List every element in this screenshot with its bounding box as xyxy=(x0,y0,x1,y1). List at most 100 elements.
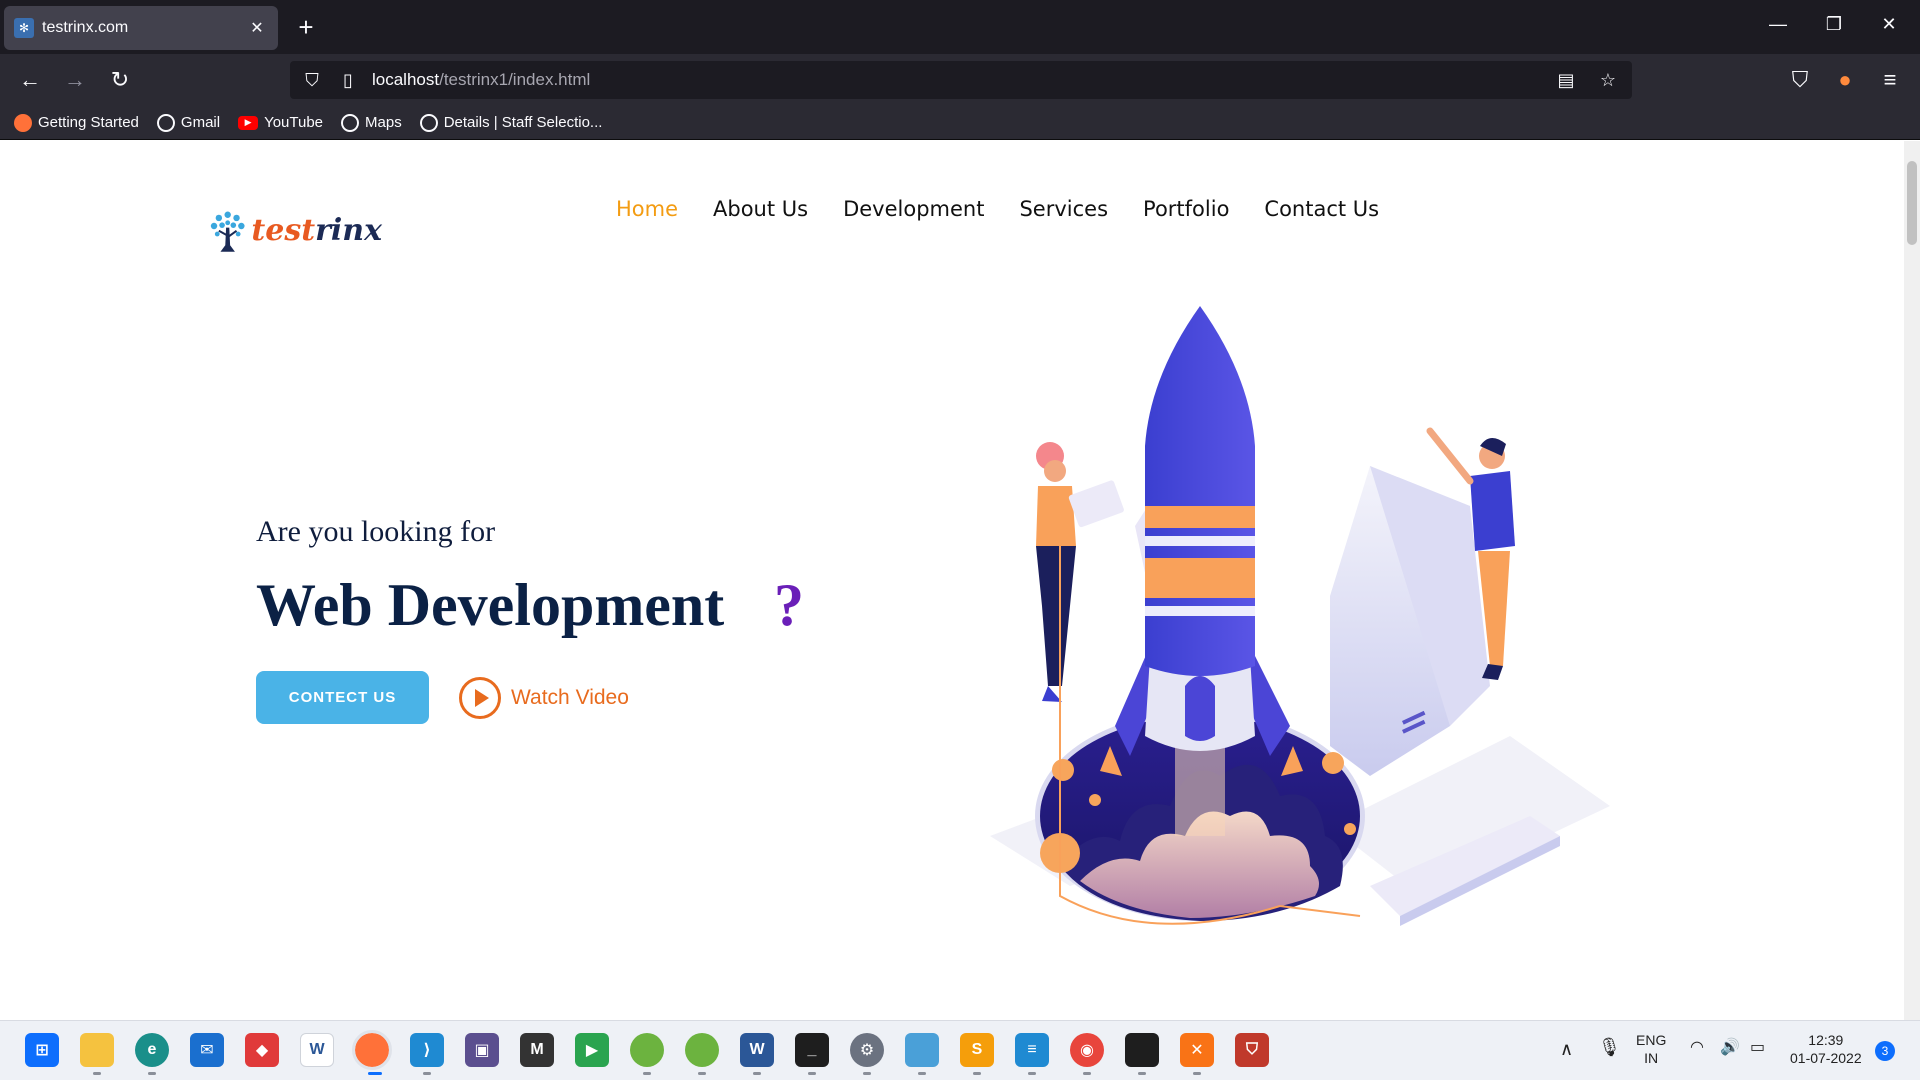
clock[interactable]: 12:39 01-07-2022 xyxy=(1790,1031,1862,1067)
show-hidden-icons-chevron-icon[interactable]: ∧ xyxy=(1560,1039,1573,1060)
app-grid-icon[interactable]: ▣ xyxy=(465,1033,499,1067)
xampp-icon[interactable]: ✕ xyxy=(1180,1033,1214,1067)
terminal-icon[interactable]: _ xyxy=(795,1033,829,1067)
reader-view-icon[interactable]: ▤ xyxy=(1552,66,1580,94)
chrome-icon[interactable]: ◉ xyxy=(1070,1033,1104,1067)
pocket-icon[interactable]: ⛉ xyxy=(1785,66,1815,96)
bookmark-label: Details | Staff Selectio... xyxy=(443,114,603,131)
battery-icon[interactable]: ▭ xyxy=(1750,1037,1765,1057)
watch-video-link[interactable]: Watch Video xyxy=(459,677,629,719)
taskbar-active-indicator xyxy=(368,1072,382,1075)
new-tab-button[interactable]: + xyxy=(292,14,320,42)
account-avatar-icon[interactable]: ● xyxy=(1830,66,1860,96)
taskbar-running-indicator xyxy=(423,1072,431,1075)
taskbar-running-indicator xyxy=(698,1072,706,1075)
close-window-button[interactable]: ✕ xyxy=(1874,14,1904,40)
url-path: /testrinx1/index.html xyxy=(439,70,591,89)
forward-arrow-icon[interactable]: → xyxy=(60,66,90,96)
taskbar-running-indicator xyxy=(643,1072,651,1075)
bookmark-youtube[interactable]: ▶ YouTube xyxy=(238,114,323,131)
anydesk-icon[interactable]: ◆ xyxy=(245,1033,279,1067)
taskbar-running-indicator xyxy=(973,1072,981,1075)
back-arrow-icon[interactable]: ← xyxy=(15,66,45,96)
bookmark-star-icon[interactable]: ☆ xyxy=(1594,66,1622,94)
spring-tool-suite-icon[interactable] xyxy=(685,1033,719,1067)
taskbar-running-indicator xyxy=(148,1072,156,1075)
logo-text: testrinx xyxy=(251,213,382,248)
globe-icon xyxy=(156,113,175,132)
play-icon xyxy=(459,677,501,719)
tree-logo-icon xyxy=(210,211,245,252)
menu-item-portfolio[interactable]: Portfolio xyxy=(1143,197,1229,221)
address-bar[interactable]: ⛉ ▯ localhost/testrinx1/index.html ▤ ☆ xyxy=(290,61,1632,99)
clock-date: 01-07-2022 xyxy=(1790,1050,1862,1066)
tab-title: testrinx.com xyxy=(42,19,129,36)
settings-gear-icon[interactable]: ⚙ xyxy=(850,1033,884,1067)
site-logo[interactable]: testrinx xyxy=(206,197,382,263)
windows-taskbar: ⊞ e ✉ ◆ W ⟩ ▣ M ▶ W _ ⚙ S ≡ ◉ ✕ ⛉ ∧ 🎙 EN… xyxy=(0,1020,1920,1080)
mail-icon[interactable]: ✉ xyxy=(190,1033,224,1067)
url-text[interactable]: localhost/testrinx1/index.html xyxy=(372,70,590,90)
mysql-console-icon[interactable] xyxy=(1125,1033,1159,1067)
clock-time: 12:39 xyxy=(1808,1032,1844,1048)
restore-window-button[interactable]: ❐ xyxy=(1819,14,1849,40)
taskbar-running-indicator xyxy=(1028,1072,1036,1075)
menu-hamburger-icon[interactable]: ≡ xyxy=(1875,66,1905,96)
vscode-icon[interactable]: ⟩ xyxy=(410,1033,444,1067)
menu-item-about-us[interactable]: About Us xyxy=(713,197,808,221)
site-favicon-icon: ✻ xyxy=(14,18,34,38)
globe-icon xyxy=(419,113,438,132)
hero-subtitle: Are you looking for xyxy=(256,515,496,548)
control-panel-icon[interactable] xyxy=(905,1033,939,1067)
menu-item-services[interactable]: Services xyxy=(1019,197,1108,221)
taskbar-running-indicator xyxy=(753,1072,761,1075)
minimize-window-button[interactable]: — xyxy=(1763,14,1793,40)
wifi-icon[interactable]: ◠ xyxy=(1690,1037,1704,1057)
google-meet-icon[interactable]: ▶ xyxy=(575,1033,609,1067)
bookmark-gmail[interactable]: Gmail xyxy=(156,113,221,132)
contact-us-button[interactable]: CONTECT US xyxy=(256,671,429,724)
edge-icon[interactable]: e xyxy=(135,1033,169,1067)
menu-item-home[interactable]: Home xyxy=(616,197,678,221)
microphone-icon[interactable]: 🎙 xyxy=(1598,1037,1621,1058)
spring-tool-icon[interactable] xyxy=(630,1033,664,1067)
volume-icon[interactable]: 🔊 xyxy=(1720,1037,1740,1057)
main-menu: Home About Us Development Services Portf… xyxy=(616,197,1379,221)
firefox-icon[interactable] xyxy=(352,1030,392,1070)
bookmark-label: Getting Started xyxy=(38,114,139,131)
reload-icon[interactable]: ↻ xyxy=(105,66,135,96)
app-w-icon[interactable]: W xyxy=(300,1033,334,1067)
taskbar-running-indicator xyxy=(1193,1072,1201,1075)
bookmark-label: Gmail xyxy=(180,114,221,131)
browser-tab[interactable]: ✻ testrinx.com ✕ xyxy=(4,6,278,50)
notification-badge[interactable]: 3 xyxy=(1875,1041,1895,1061)
bookmark-label: YouTube xyxy=(264,114,324,131)
word-icon[interactable]: W xyxy=(740,1033,774,1067)
taskbar-running-indicator xyxy=(918,1072,926,1075)
page-scrollbar[interactable] xyxy=(1904,141,1920,1020)
language-code: ENG xyxy=(1636,1032,1667,1048)
scrollbar-thumb[interactable] xyxy=(1907,161,1917,245)
firefox-icon xyxy=(14,113,32,132)
app-m-icon[interactable]: M xyxy=(520,1033,554,1067)
rocket-launch-illustration xyxy=(990,306,1610,926)
watch-video-label: Watch Video xyxy=(511,686,629,709)
menu-item-contact-us[interactable]: Contact Us xyxy=(1264,197,1379,221)
taskbar-running-indicator xyxy=(1138,1072,1146,1075)
bookmark-staff-selection[interactable]: Details | Staff Selectio... xyxy=(419,113,603,132)
sublime-text-icon[interactable]: S xyxy=(960,1033,994,1067)
file-explorer-icon[interactable] xyxy=(80,1033,114,1067)
notepad-icon[interactable]: ≡ xyxy=(1015,1033,1049,1067)
bookmark-getting-started[interactable]: Getting Started xyxy=(14,113,139,132)
tab-strip: ✻ testrinx.com ✕ + — ❐ ✕ xyxy=(0,0,1920,54)
taskbar-running-indicator xyxy=(808,1072,816,1075)
bookmark-maps[interactable]: Maps xyxy=(341,113,402,132)
menu-item-development[interactable]: Development xyxy=(843,197,984,221)
start-menu-icon[interactable]: ⊞ xyxy=(25,1033,59,1067)
language-indicator[interactable]: ENG IN xyxy=(1636,1031,1666,1067)
mcafee-icon[interactable]: ⛉ xyxy=(1235,1033,1269,1067)
taskbar-running-indicator xyxy=(1083,1072,1091,1075)
close-tab-icon[interactable]: ✕ xyxy=(246,17,268,39)
shield-icon[interactable]: ⛉ xyxy=(298,66,326,94)
page-icon: ▯ xyxy=(343,70,353,90)
